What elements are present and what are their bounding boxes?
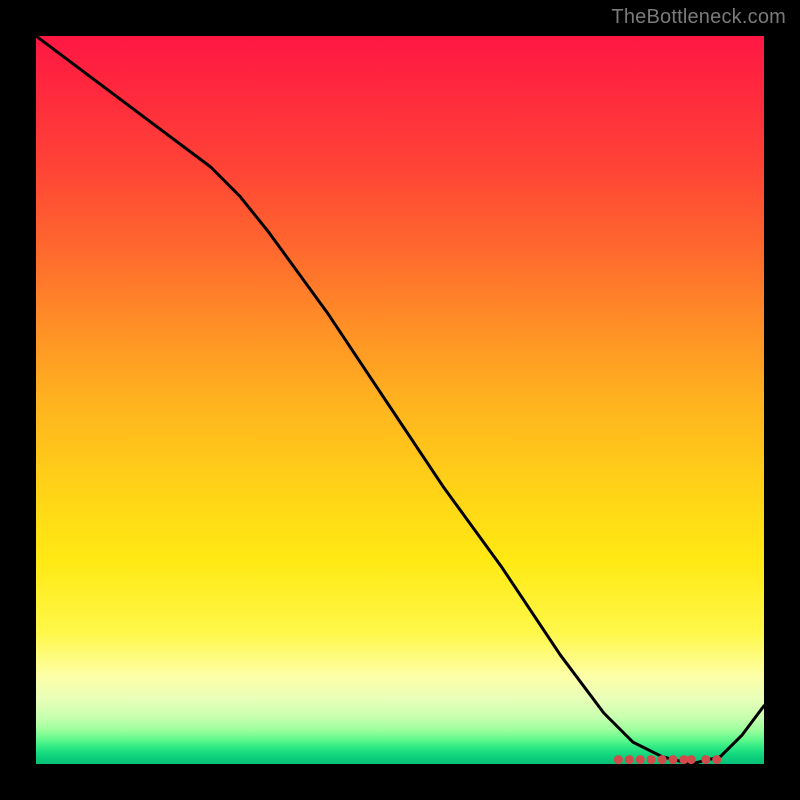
curve-line [36, 36, 764, 764]
trough-dot [636, 755, 645, 764]
trough-dot [614, 755, 623, 764]
trough-dot [687, 755, 696, 764]
trough-dot [625, 755, 634, 764]
chart-frame: TheBottleneck.com [0, 0, 800, 800]
trough-dot [647, 755, 656, 764]
trough-dot [669, 755, 678, 764]
trough-dot [712, 755, 721, 764]
trough-dot [658, 755, 667, 764]
chart-overlay [36, 36, 764, 764]
watermark-text: TheBottleneck.com [611, 6, 786, 29]
trough-dot [701, 755, 710, 764]
plot-area [36, 36, 764, 764]
